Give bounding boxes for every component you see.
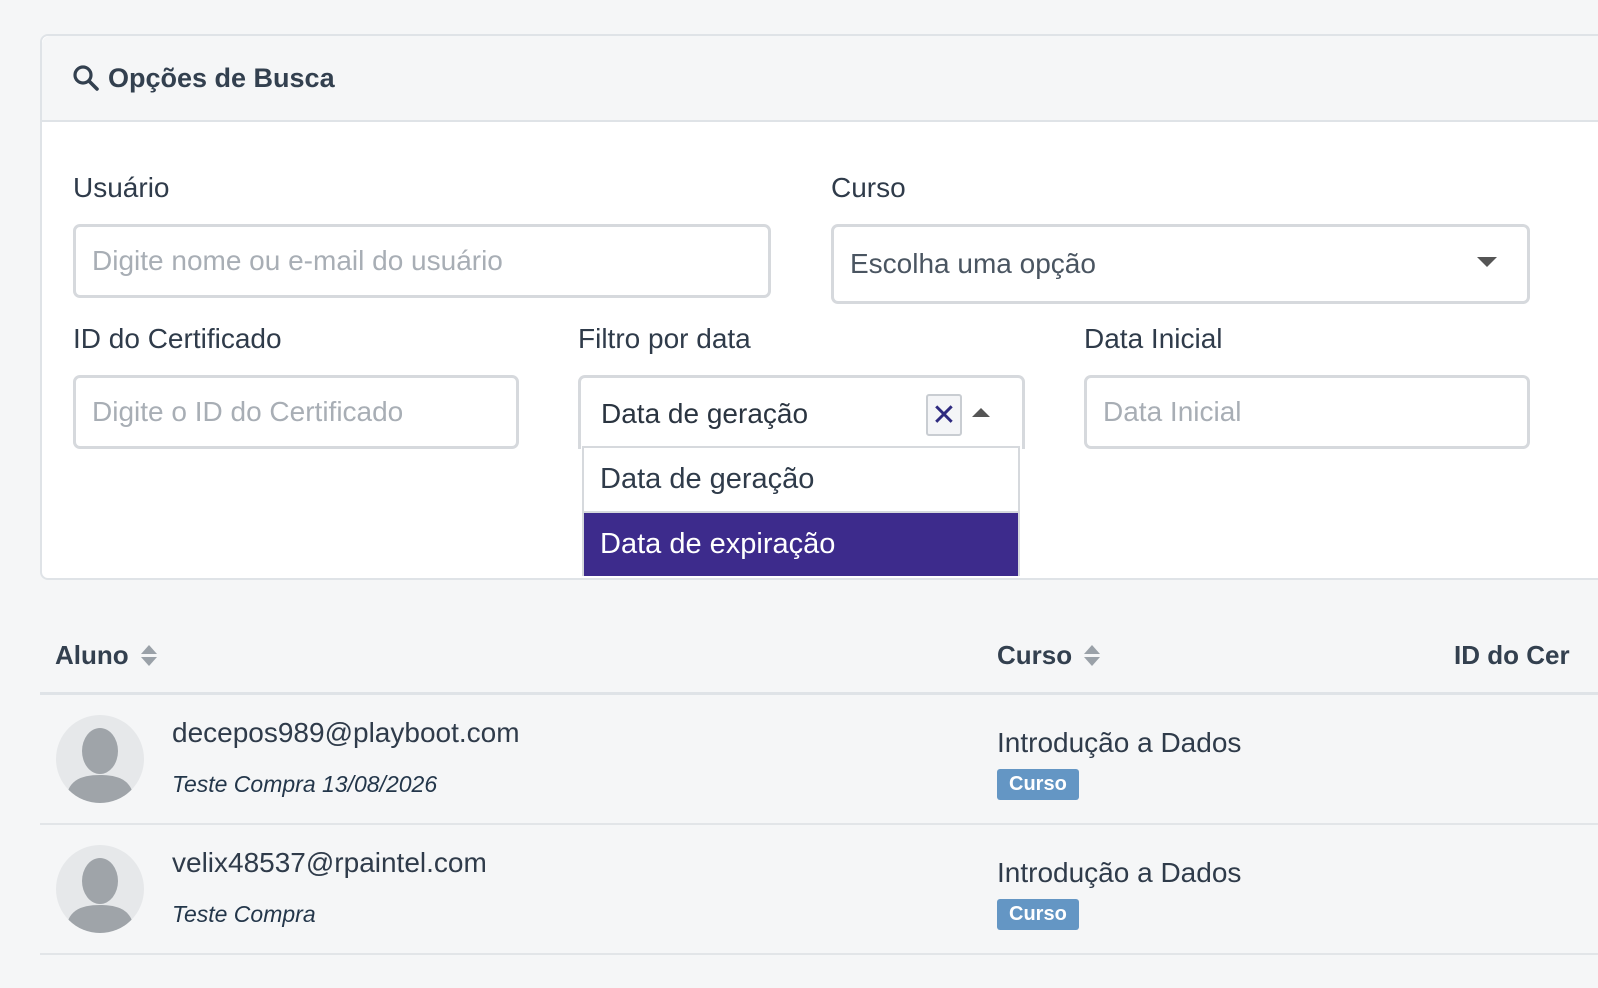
row-email: velix48537@rpaintel.com	[172, 847, 487, 878]
data-inicial-placeholder: Data Inicial	[1103, 396, 1242, 427]
curso-select-value: Escolha uma opção	[850, 248, 1096, 279]
row-course: Introdução a Dados	[997, 857, 1242, 888]
option-data-expiracao[interactable]: Data de expiração	[584, 513, 1018, 576]
course-badge: Curso	[997, 769, 1079, 800]
filtro-select-value: Data de geração	[601, 397, 809, 429]
curso-select[interactable]: Escolha uma opção	[831, 224, 1530, 304]
row-subtitle: Teste Compra	[172, 901, 316, 927]
curso-label: Curso	[831, 172, 906, 203]
avatar	[56, 715, 144, 803]
filtro-dropdown: Data de geração Data de expiração	[582, 446, 1020, 576]
column-header-aluno[interactable]: Aluno	[55, 640, 157, 671]
user-silhouette-icon	[66, 728, 134, 803]
avatar	[56, 845, 144, 933]
column-header-curso-label: Curso	[997, 640, 1073, 670]
column-header-aluno-label: Aluno	[55, 640, 129, 670]
usuario-label: Usuário	[73, 172, 170, 203]
column-header-id-certificado-label: ID do Cer	[1454, 640, 1570, 670]
sort-icon[interactable]	[140, 645, 157, 666]
chevron-down-icon	[1477, 257, 1497, 267]
certificado-input[interactable]: Digite o ID do Certificado	[73, 375, 519, 449]
chevron-up-icon[interactable]	[972, 408, 990, 417]
certificado-label: ID do Certificado	[73, 323, 282, 354]
row-course: Introdução a Dados	[997, 727, 1242, 758]
filtro-label: Filtro por data	[578, 323, 751, 354]
usuario-input[interactable]: Digite nome ou e-mail do usuário	[73, 224, 771, 298]
course-badge: Curso	[997, 899, 1079, 930]
option-data-geracao[interactable]: Data de geração	[584, 448, 1018, 511]
table-header-divider	[40, 692, 1598, 695]
usuario-placeholder: Digite nome ou e-mail do usuário	[92, 245, 503, 276]
filtro-select[interactable]: Data de geração ✕	[578, 375, 1025, 449]
certificado-placeholder: Digite o ID do Certificado	[92, 396, 404, 427]
user-silhouette-icon	[66, 858, 134, 933]
panel-header: Opções de Busca	[42, 36, 1598, 122]
panel-title: Opções de Busca	[108, 62, 335, 93]
sort-icon[interactable]	[1084, 645, 1101, 666]
search-icon	[73, 65, 99, 91]
clear-selection-icon[interactable]: ✕	[926, 394, 962, 436]
row-email: decepos989@playboot.com	[172, 717, 520, 748]
table-row: decepos989@playboot.com Teste Compra 13/…	[40, 697, 1598, 825]
data-inicial-input[interactable]: Data Inicial	[1084, 375, 1530, 449]
column-header-id-certificado[interactable]: ID do Cer	[1454, 640, 1570, 671]
data-inicial-label: Data Inicial	[1084, 323, 1223, 354]
column-header-curso[interactable]: Curso	[997, 640, 1101, 671]
table-row: velix48537@rpaintel.com Teste Compra Int…	[40, 827, 1598, 955]
row-subtitle: Teste Compra 13/08/2026	[172, 771, 438, 797]
